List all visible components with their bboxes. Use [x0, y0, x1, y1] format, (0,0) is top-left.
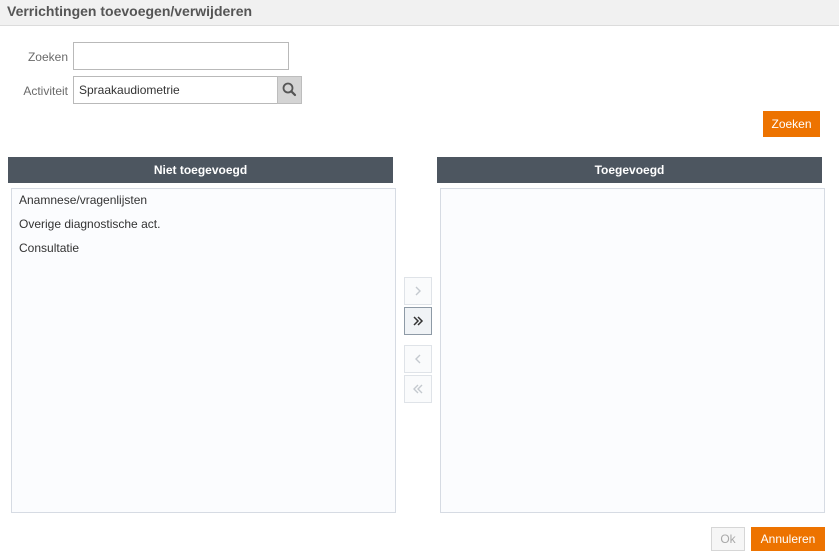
move-all-right-button[interactable] — [404, 307, 432, 335]
cancel-button[interactable]: Annuleren — [751, 527, 825, 551]
move-selected-left-button[interactable] — [404, 345, 432, 373]
activity-field[interactable]: Spraakaudiometrie — [73, 76, 278, 104]
magnifier-icon — [282, 82, 297, 97]
not-added-list[interactable]: Anamnese/vragenlijsten Overige diagnosti… — [11, 188, 396, 513]
list-item[interactable]: Anamnese/vragenlijsten — [12, 189, 395, 213]
search-input[interactable] — [73, 42, 289, 70]
search-label: Zoeken — [27, 50, 68, 64]
added-list[interactable] — [440, 188, 825, 513]
chevron-left-icon — [415, 354, 421, 364]
dialog-title: Verrichtingen toevoegen/verwijderen — [7, 3, 253, 19]
search-button[interactable]: Zoeken — [763, 111, 820, 137]
activity-lookup-button[interactable] — [277, 76, 302, 104]
dialog-titlebar: Verrichtingen toevoegen/verwijderen — [0, 0, 839, 26]
move-all-left-button[interactable] — [404, 375, 432, 403]
chevron-right-icon — [415, 286, 421, 296]
double-chevron-left-icon — [413, 384, 423, 394]
double-chevron-right-icon — [413, 316, 424, 326]
activity-label: Activiteit — [23, 84, 68, 98]
list-item[interactable]: Overige diagnostische act. — [12, 213, 395, 237]
not-added-header: Niet toegevoegd — [8, 157, 393, 183]
added-header: Toegevoegd — [437, 157, 822, 183]
ok-button[interactable]: Ok — [711, 527, 745, 551]
list-item[interactable]: Consultatie — [12, 237, 395, 261]
move-selected-right-button[interactable] — [404, 277, 432, 305]
